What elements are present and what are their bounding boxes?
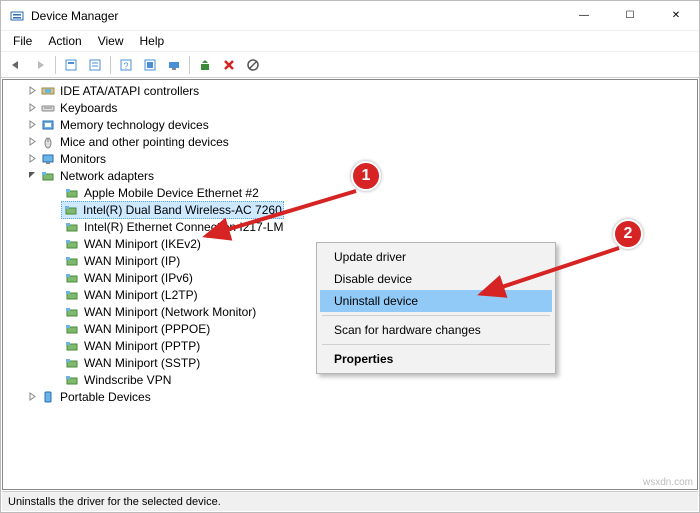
toolbar-btn-help[interactable]: ? bbox=[115, 54, 137, 76]
device-label: WAN Miniport (IPv6) bbox=[84, 271, 193, 285]
context-menu-item[interactable]: Disable device bbox=[320, 268, 552, 290]
device-label: WAN Miniport (IKEv2) bbox=[84, 237, 201, 251]
category-label: Mice and other pointing devices bbox=[60, 135, 229, 149]
context-menu: Update driverDisable deviceUninstall dev… bbox=[316, 242, 556, 374]
adapter-icon bbox=[64, 253, 80, 269]
chevron-icon[interactable] bbox=[25, 118, 39, 132]
annotation-badge-2: 2 bbox=[613, 219, 643, 249]
statusbar: Uninstalls the driver for the selected d… bbox=[2, 491, 698, 511]
tree-device[interactable]: Intel(R) Ethernet Connection I217-LM bbox=[3, 218, 697, 235]
menu-action[interactable]: Action bbox=[40, 32, 89, 50]
category-icon bbox=[40, 151, 56, 167]
tree-device[interactable]: Intel(R) Dual Band Wireless-AC 7260 bbox=[3, 201, 697, 218]
category-label: Portable Devices bbox=[60, 390, 151, 404]
app-icon bbox=[9, 8, 25, 24]
tree-category[interactable]: Memory technology devices bbox=[3, 116, 697, 133]
maximize-button[interactable]: ☐ bbox=[607, 1, 653, 30]
adapter-icon bbox=[64, 304, 80, 320]
device-label: WAN Miniport (Network Monitor) bbox=[84, 305, 256, 319]
toolbar-btn-disable[interactable] bbox=[242, 54, 264, 76]
titlebar: Device Manager — ☐ ✕ bbox=[1, 1, 699, 31]
tree-category[interactable]: Network adapters bbox=[3, 167, 697, 184]
adapter-icon bbox=[64, 372, 80, 388]
device-label: Intel(R) Dual Band Wireless-AC 7260 bbox=[83, 203, 282, 217]
toolbar-btn-1[interactable] bbox=[60, 54, 82, 76]
toolbar-btn-2[interactable] bbox=[84, 54, 106, 76]
device-label: WAN Miniport (SSTP) bbox=[84, 356, 200, 370]
context-menu-separator bbox=[322, 315, 550, 316]
adapter-icon bbox=[64, 338, 80, 354]
tree-category[interactable]: Portable Devices bbox=[3, 388, 697, 405]
toolbar-btn-uninstall[interactable] bbox=[218, 54, 240, 76]
minimize-button[interactable]: — bbox=[561, 1, 607, 30]
watermark: wsxdn.com bbox=[643, 477, 693, 488]
device-label: WAN Miniport (IP) bbox=[84, 254, 180, 268]
toolbar: ? bbox=[1, 52, 699, 78]
context-menu-separator bbox=[322, 344, 550, 345]
context-menu-item[interactable]: Properties bbox=[320, 348, 552, 370]
category-label: Memory technology devices bbox=[60, 118, 209, 132]
category-icon bbox=[40, 389, 56, 405]
tree-device[interactable]: Apple Mobile Device Ethernet #2 bbox=[3, 184, 697, 201]
adapter-icon bbox=[63, 202, 79, 218]
category-icon bbox=[40, 83, 56, 99]
device-label: WAN Miniport (PPTP) bbox=[84, 339, 200, 353]
category-icon bbox=[40, 134, 56, 150]
adapter-icon bbox=[64, 355, 80, 371]
chevron-icon[interactable] bbox=[25, 135, 39, 149]
adapter-icon bbox=[64, 185, 80, 201]
forward-button[interactable] bbox=[29, 54, 51, 76]
context-menu-item[interactable]: Scan for hardware changes bbox=[320, 319, 552, 341]
close-button[interactable]: ✕ bbox=[653, 1, 699, 30]
adapter-icon bbox=[64, 321, 80, 337]
toolbar-btn-scan[interactable] bbox=[163, 54, 185, 76]
menu-help[interactable]: Help bbox=[132, 32, 173, 50]
adapter-icon bbox=[64, 236, 80, 252]
toolbar-separator bbox=[55, 56, 56, 74]
menu-file[interactable]: File bbox=[5, 32, 40, 50]
statusbar-text: Uninstalls the driver for the selected d… bbox=[8, 496, 221, 508]
tree-category[interactable]: Mice and other pointing devices bbox=[3, 133, 697, 150]
tree-category[interactable]: Keyboards bbox=[3, 99, 697, 116]
category-icon bbox=[40, 100, 56, 116]
chevron-icon[interactable] bbox=[25, 84, 39, 98]
chevron-icon[interactable] bbox=[25, 169, 39, 183]
menubar: File Action View Help bbox=[1, 31, 699, 52]
category-icon bbox=[40, 117, 56, 133]
adapter-icon bbox=[64, 270, 80, 286]
toolbar-btn-4[interactable] bbox=[139, 54, 161, 76]
category-label: Keyboards bbox=[60, 101, 117, 115]
toolbar-separator bbox=[189, 56, 190, 74]
toolbar-separator bbox=[110, 56, 111, 74]
adapter-icon bbox=[64, 287, 80, 303]
tree-category[interactable]: IDE ATA/ATAPI controllers bbox=[3, 82, 697, 99]
device-label: Apple Mobile Device Ethernet #2 bbox=[84, 186, 259, 200]
back-button[interactable] bbox=[5, 54, 27, 76]
category-label: Network adapters bbox=[60, 169, 154, 183]
category-label: IDE ATA/ATAPI controllers bbox=[60, 84, 199, 98]
svg-text:?: ? bbox=[123, 61, 128, 71]
device-label: Intel(R) Ethernet Connection I217-LM bbox=[84, 220, 283, 234]
annotation-badge-1: 1 bbox=[351, 161, 381, 191]
category-icon bbox=[40, 168, 56, 184]
context-menu-item[interactable]: Uninstall device bbox=[320, 290, 552, 312]
toolbar-btn-update[interactable] bbox=[194, 54, 216, 76]
context-menu-item[interactable]: Update driver bbox=[320, 246, 552, 268]
chevron-icon[interactable] bbox=[25, 390, 39, 404]
menu-view[interactable]: View bbox=[90, 32, 132, 50]
chevron-icon[interactable] bbox=[25, 152, 39, 166]
window-title: Device Manager bbox=[31, 9, 561, 23]
chevron-icon[interactable] bbox=[25, 101, 39, 115]
device-label: WAN Miniport (PPPOE) bbox=[84, 322, 210, 336]
adapter-icon bbox=[64, 219, 80, 235]
device-label: Windscribe VPN bbox=[84, 373, 171, 387]
category-label: Monitors bbox=[60, 152, 106, 166]
device-label: WAN Miniport (L2TP) bbox=[84, 288, 198, 302]
tree-category[interactable]: Monitors bbox=[3, 150, 697, 167]
